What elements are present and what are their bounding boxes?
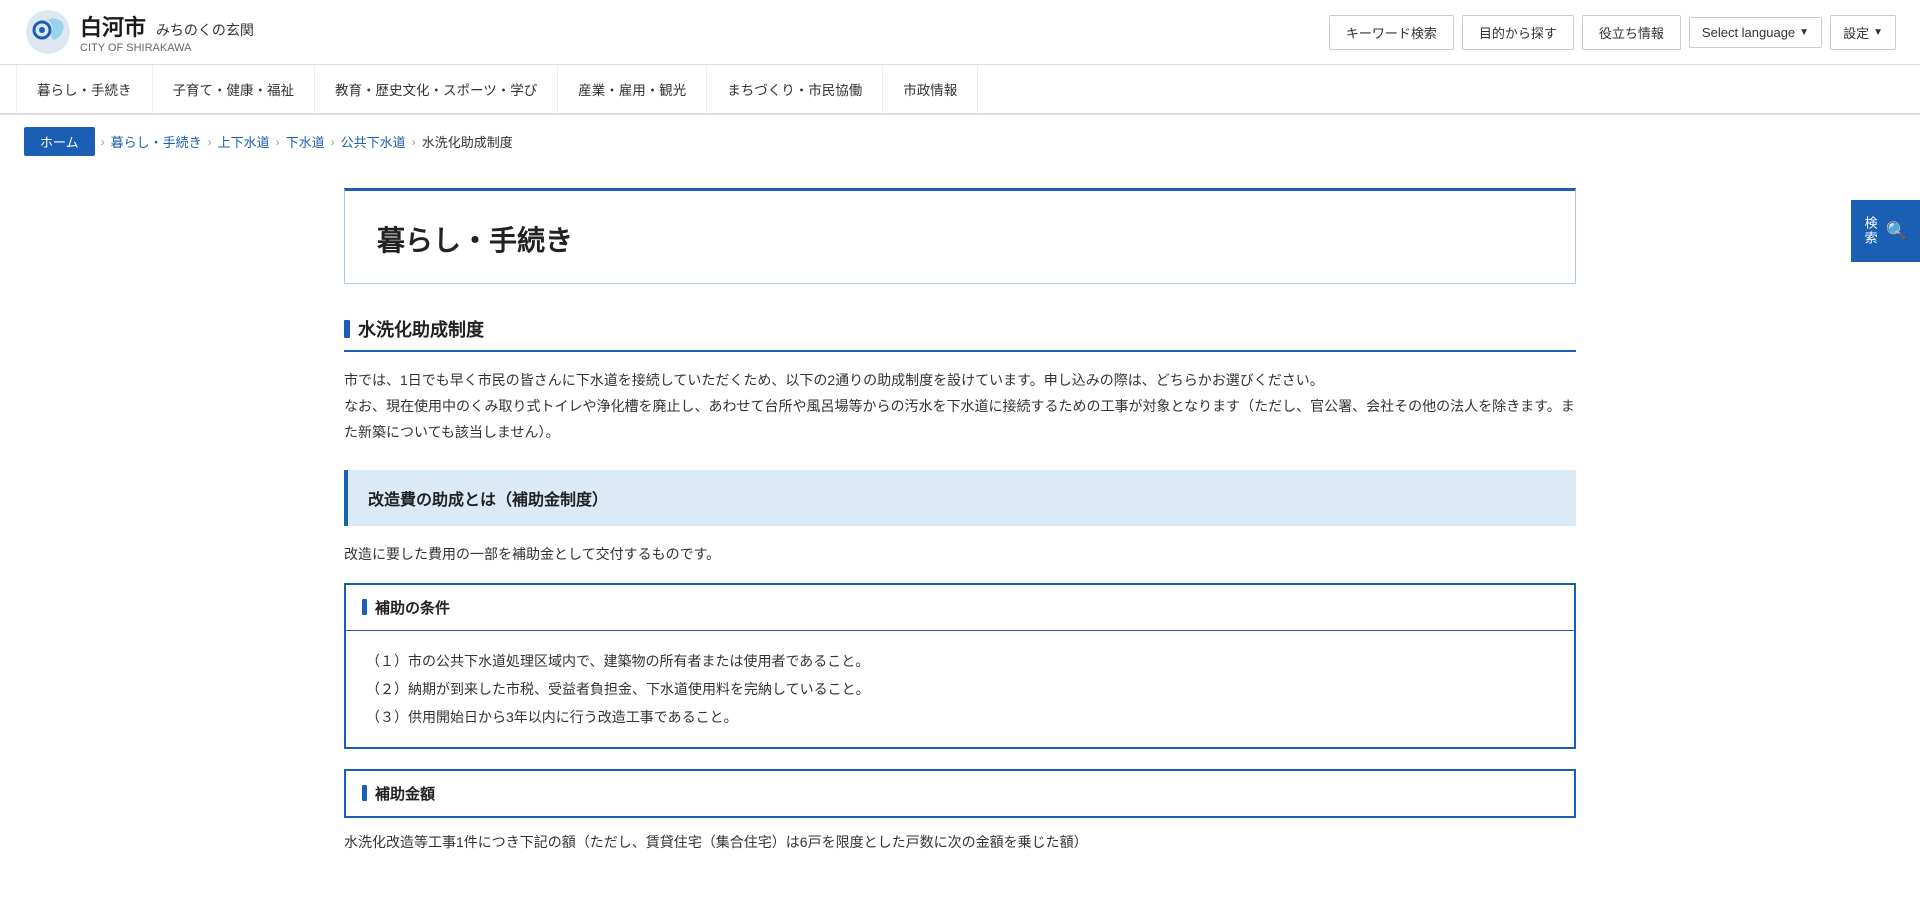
subsidy-title: 補助金額 [375, 783, 435, 804]
breadcrumb-sep-2: › [208, 135, 212, 149]
nav-item-community[interactable]: まちづくり・市民協働 [707, 65, 883, 113]
breadcrumb-sep-5: › [412, 135, 416, 149]
conditions-marker [362, 599, 367, 615]
section-title-text: 水洗化助成制度 [358, 316, 484, 342]
conditions-title: 補助の条件 [375, 597, 450, 618]
section-title: 水洗化助成制度 [344, 316, 1576, 352]
header: 白河市 みちのくの玄関 CITY OF SHIRAKAWA キーワード検索 目的… [0, 0, 1920, 65]
nav-item-childcare[interactable]: 子育て・健康・福祉 [153, 65, 316, 113]
purpose-search-button[interactable]: 目的から探す [1462, 15, 1574, 50]
logo-sub: CITY OF SHIRAKAWA [80, 42, 254, 54]
useful-info-button[interactable]: 役立ち情報 [1582, 15, 1681, 50]
subsidy-section: 補助金額 [344, 769, 1576, 818]
logo: 白河市 みちのくの玄関 CITY OF SHIRAKAWA [24, 8, 254, 56]
content-wrapper: 暮らし・手続き 水洗化助成制度 市では、1日でも早く市民の皆さんに下水道を接続し… [320, 168, 1600, 911]
breadcrumb-water[interactable]: 上下水道 [218, 132, 270, 151]
language-select-button[interactable]: Select language ▼ [1689, 17, 1822, 48]
breadcrumb-sep-1: › [101, 135, 105, 149]
conditions-list: （１）市の公共下水道処理区域内で、建築物の所有者または使用者であること。 （２）… [366, 647, 1554, 731]
logo-icon [24, 8, 72, 56]
nav-item-education[interactable]: 教育・歴史文化・スポーツ・学び [315, 65, 558, 113]
chevron-down-icon: ▼ [1799, 27, 1809, 38]
intro-text-2-content: なお、現在使用中のくみ取り式トイレや浄化槽を廃止し、あわせて台所や風呂場等からの… [344, 398, 1575, 440]
breadcrumb-sep-4: › [331, 135, 335, 149]
blue-section-title: 改造費の助成とは（補助金制度） [368, 492, 608, 509]
chevron-down-icon: ▼ [1873, 27, 1883, 38]
nav-item-living[interactable]: 暮らし・手続き [16, 65, 153, 113]
breadcrumb-living[interactable]: 暮らし・手続き [111, 132, 202, 151]
side-search-label: 検索 [1861, 216, 1880, 246]
header-nav: キーワード検索 目的から探す 役立ち情報 Select language ▼ 設… [1329, 15, 1896, 50]
conditions-content: （１）市の公共下水道処理区域内で、建築物の所有者または使用者であること。 （２）… [346, 631, 1574, 747]
breadcrumb: ホーム › 暮らし・手続き › 上下水道 › 下水道 › 公共下水道 › 水洗化… [0, 115, 1920, 168]
blue-section-desc: 改造に要した費用の一部を補助金として交付するものです。 [344, 542, 1576, 567]
nav-item-city[interactable]: 市政情報 [883, 65, 978, 113]
intro-text-1-content: 市では、1日でも早く市民の皆さんに下水道を接続していただくため、以下の2通りの助… [344, 372, 1324, 388]
conditions-section: 補助の条件 （１）市の公共下水道処理区域内で、建築物の所有者または使用者であるこ… [344, 583, 1576, 749]
condition-1: （１）市の公共下水道処理区域内で、建築物の所有者または使用者であること。 [366, 647, 1554, 675]
conditions-header: 補助の条件 [346, 585, 1574, 631]
settings-label: 設定 [1843, 23, 1869, 42]
subsidy-desc: 水洗化改造等工事1件につき下記の額（ただし、賃貸住宅（集合住宅）は6戸を限度とし… [344, 830, 1576, 855]
condition-2: （２）納期が到来した市税、受益者負担金、下水道使用料を完納していること。 [366, 675, 1554, 703]
side-search-button[interactable]: 🔍 検索 [1851, 200, 1920, 262]
breadcrumb-sewage[interactable]: 下水道 [286, 132, 325, 151]
blue-section-box: 改造費の助成とは（補助金制度） [344, 470, 1576, 526]
nav-item-industry[interactable]: 産業・雇用・観光 [558, 65, 707, 113]
logo-tagline: みちのくの玄関 [156, 22, 254, 38]
logo-text-block: 白河市 みちのくの玄関 CITY OF SHIRAKAWA [80, 10, 254, 54]
breadcrumb-current: 水洗化助成制度 [422, 132, 513, 151]
breadcrumb-home[interactable]: ホーム [24, 127, 95, 156]
city-name: 白河市 [80, 15, 146, 40]
condition-3: （３）供用開始日から3年以内に行う改造工事であること。 [366, 703, 1554, 731]
section-title-marker [344, 320, 350, 338]
subsidy-header: 補助金額 [346, 771, 1574, 816]
main-nav: 暮らし・手続き 子育て・健康・福祉 教育・歴史文化・スポーツ・学び 産業・雇用・… [0, 65, 1920, 115]
keyword-search-button[interactable]: キーワード検索 [1329, 15, 1454, 50]
intro-text-1: 市では、1日でも早く市民の皆さんに下水道を接続していただくため、以下の2通りの助… [344, 368, 1576, 446]
breadcrumb-sep-3: › [276, 135, 280, 149]
subsidy-marker [362, 785, 367, 801]
page-heading-box: 暮らし・手続き [344, 188, 1576, 284]
page-heading: 暮らし・手続き [377, 219, 1543, 259]
search-icon: 🔍 [1886, 221, 1910, 242]
settings-button[interactable]: 設定 ▼ [1830, 15, 1896, 50]
breadcrumb-public-sewage[interactable]: 公共下水道 [341, 132, 406, 151]
language-label: Select language [1702, 25, 1795, 40]
